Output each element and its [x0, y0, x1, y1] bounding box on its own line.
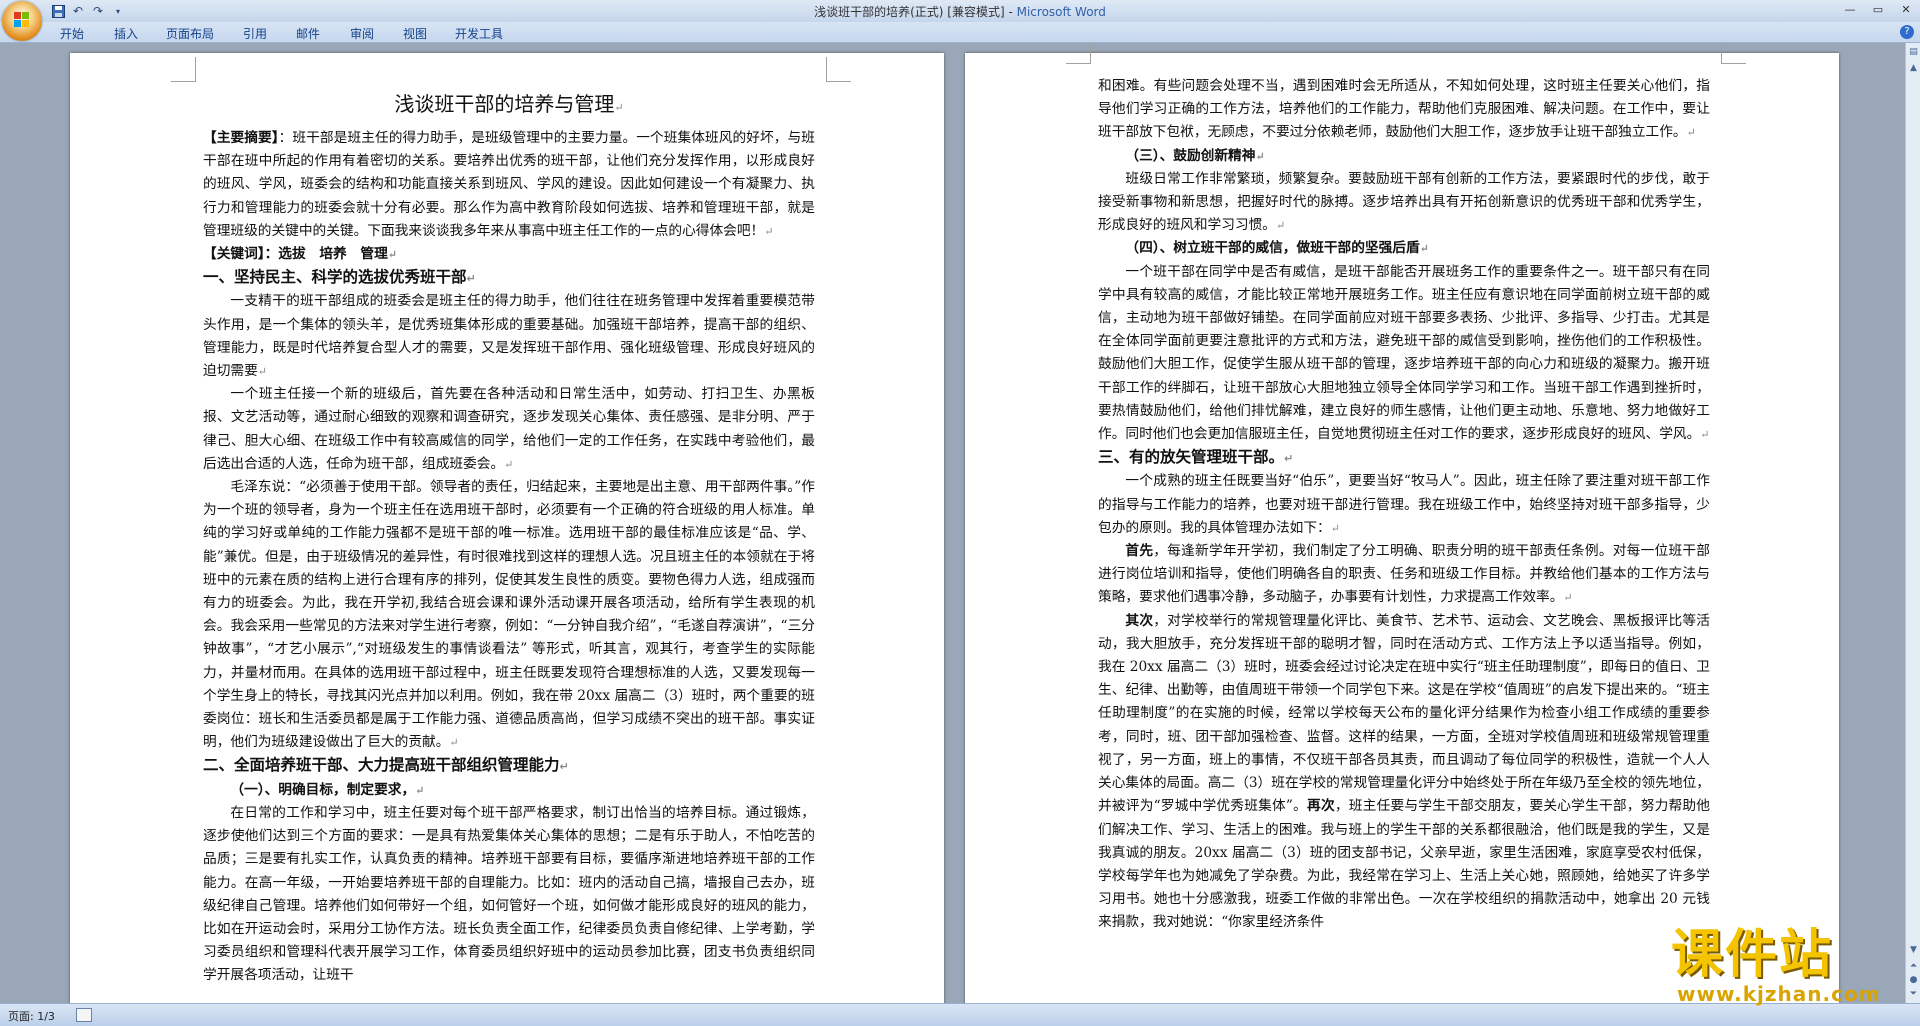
crop-mark: [826, 57, 851, 82]
body-paragraph: 班级日常工作非常繁琐，频繁复杂。要鼓励班干部有创新的工作方法，要紧跟时代的步伐，…: [1098, 170, 1710, 234]
body-paragraph: 毛泽东说：“必须善于使用干部。领导者的责任，归结起来，主要地是出主意、用干部两件…: [203, 479, 815, 751]
body-paragraph: 一个班干部在同学中是否有威信，是班干部能否开展班务工作的重要条件之一。班干部只有…: [1098, 263, 1710, 443]
help-icon[interactable]: ?: [1900, 25, 1914, 39]
office-logo-icon: [14, 12, 29, 27]
heading-three: 三、有的放矢管理班干部。↵: [1098, 448, 1294, 467]
ribbon-tabs: 开始 插入 页面布局 引用 邮件 审阅 视图 开发工具 ?: [0, 22, 1920, 43]
body-paragraph: 一支精干的班干部组成的班委会是班主任的得力助手，他们往往在班务管理中发挥着重要模…: [203, 293, 815, 380]
document-workspace: 浅谈班干部的培养与管理↵ 【主要摘要】：班干部是班主任的得力助手，是班级管理中的…: [0, 43, 1905, 1003]
ruler-toggle-icon[interactable]: ▤: [1907, 45, 1920, 59]
tab-review[interactable]: 审阅: [350, 25, 374, 42]
proofing-icon[interactable]: [76, 1008, 92, 1022]
body-paragraph: 和困难。有些问题会处理不当，遇到困难时会无所适从，不知如何处理，这时班主任要关心…: [1098, 78, 1710, 141]
body-paragraph: 首先，每逢新学年开学初，我们制定了分工明确、职责分明的班干部责任条例。对每一位班…: [1098, 543, 1710, 606]
tab-page-layout[interactable]: 页面布局: [166, 25, 214, 42]
body-paragraph: 在日常的工作和学习中，班主任要对每个班干部严格要求，制订出恰当的培养目标。通过锻…: [203, 804, 815, 984]
crop-mark: [1721, 43, 1746, 64]
close-icon[interactable]: ✕: [1892, 0, 1920, 18]
tab-mailings[interactable]: 邮件: [296, 25, 320, 42]
crop-mark: [171, 57, 196, 82]
heading-two: 二、全面培养班干部、大力提高班干部组织管理能力↵: [203, 756, 569, 775]
minimize-icon[interactable]: —: [1836, 0, 1864, 18]
watermark-text: 课件站: [1671, 925, 1834, 985]
subheading: （四）、树立班干部的威信，做班干部的坚强后盾↵: [1125, 240, 1429, 257]
subheading: （一）、明确目标，制定要求，↵: [230, 781, 425, 798]
window-title: 浅谈班干部的培养(正式) [兼容模式] - Microsoft Word: [814, 5, 1106, 19]
status-bar: 页面: 1/3: [0, 1003, 1920, 1026]
subheading: （三）、鼓励创新精神↵: [1125, 147, 1265, 164]
watermark-logo: 课件站 www.kjzhan.com: [1663, 925, 1913, 1006]
body-paragraph: 一个成熟的班主任既要当好“伯乐”，更要当好“牧马人”。因此，班主任除了要注重对班…: [1098, 473, 1710, 536]
tab-references[interactable]: 引用: [243, 25, 267, 42]
keywords-line: 【关键词】：选拔 培养 管理↵: [203, 246, 397, 263]
watermark-url: www.kjzhan.com: [1677, 982, 1881, 1006]
tab-home[interactable]: 开始: [60, 25, 84, 42]
page-1-text[interactable]: 浅谈班干部的培养与管理↵ 【主要摘要】：班干部是班主任的得力助手，是班级管理中的…: [203, 89, 815, 988]
tab-developer[interactable]: 开发工具: [455, 25, 503, 42]
window-controls: — ▭ ✕: [1836, 0, 1920, 20]
abstract-paragraph: 【主要摘要】：班干部是班主任的得力助手，是班级管理中的主要力量。一个班集体班风的…: [203, 130, 815, 239]
tab-insert[interactable]: 插入: [114, 25, 138, 42]
document-page-2: 和困难。有些问题会处理不当，遇到困难时会无所适从，不知如何处理，这时班主任要关心…: [965, 43, 1839, 1003]
tab-view[interactable]: 视图: [403, 25, 427, 42]
vertical-scrollbar[interactable]: ▤ ▲ ▼ ⏶ ● ⏷: [1905, 43, 1920, 1003]
heading-one: 一、坚持民主、科学的选拔优秀班干部↵: [203, 268, 476, 287]
crop-mark: [1066, 43, 1091, 64]
document-title: 浅谈班干部的培养与管理↵: [394, 92, 624, 116]
page-2-text[interactable]: 和困难。有些问题会处理不当，遇到困难时会无所适从，不知如何处理，这时班主任要关心…: [1098, 75, 1710, 935]
scroll-up-icon[interactable]: ▲: [1907, 61, 1920, 75]
title-bar: ↶ ↷ ▾ 浅谈班干部的培养(正式) [兼容模式] - Microsoft Wo…: [0, 0, 1920, 41]
maximize-icon[interactable]: ▭: [1864, 0, 1892, 18]
page-count[interactable]: 页面: 1/3: [8, 1008, 55, 1024]
office-button[interactable]: [2, 1, 42, 41]
document-page-1: 浅谈班干部的培养与管理↵ 【主要摘要】：班干部是班主任的得力助手，是班级管理中的…: [70, 53, 944, 1003]
body-paragraph: 一个班主任接一个新的班级后，首先要在各种活动和日常生活中，如劳动、打扫卫生、办黑…: [203, 386, 815, 472]
body-paragraph: 其次，对学校举行的常规管理量化评比、美食节、艺术节、运动会、文艺晚会、黑板报评比…: [1098, 612, 1710, 931]
